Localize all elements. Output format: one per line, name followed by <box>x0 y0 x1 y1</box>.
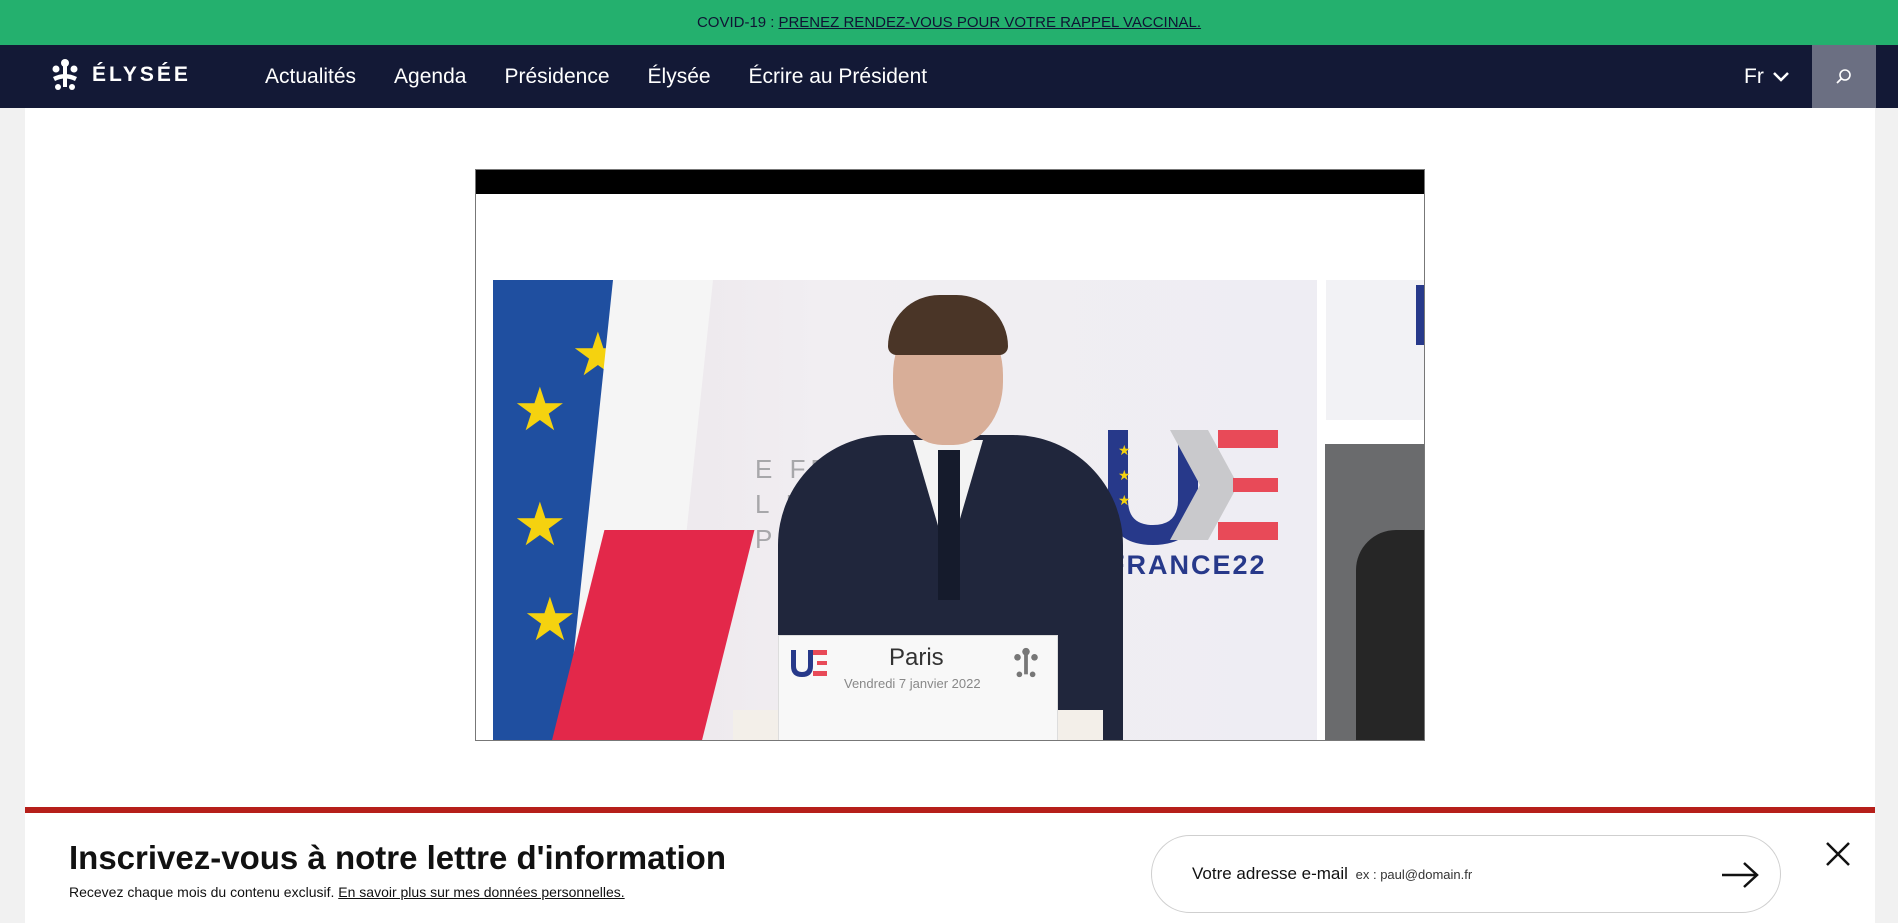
nav-item-elysee[interactable]: Élysée <box>648 65 711 89</box>
privacy-link[interactable]: En savoir plus sur mes données personnel… <box>338 884 624 900</box>
nav-item-ecrire-au-president[interactable]: Écrire au Président <box>749 65 928 89</box>
newsletter-subtitle: Recevez chaque mois du contenu exclusif.… <box>69 884 625 900</box>
chevron-down-icon <box>1772 71 1789 82</box>
ue-small-logo-icon <box>791 650 827 677</box>
elysee-emblem-icon <box>1014 647 1038 678</box>
svg-text:★: ★ <box>1118 493 1131 509</box>
star-icon: ★ <box>513 490 567 560</box>
podium-sign: Paris Vendredi 7 janvier 2022 <box>778 635 1058 740</box>
elysee-logo[interactable]: ÉLYSÉE <box>48 57 191 93</box>
vaccine-appointment-link[interactable]: PRENEZ RENDEZ-VOUS POUR VOTRE RAPPEL VAC… <box>778 14 1201 31</box>
video-topbar <box>476 170 1424 194</box>
star-icon: ★ <box>523 585 577 655</box>
podium-city: Paris <box>889 644 944 671</box>
language-selector[interactable]: Fr <box>1744 45 1790 108</box>
speaker-hair <box>888 295 1008 355</box>
arrow-right-icon[interactable] <box>1720 860 1760 890</box>
email-placeholder: ex : paul@domain.fr <box>1355 867 1473 882</box>
search-button[interactable] <box>1812 45 1876 108</box>
search-icon <box>1836 68 1851 84</box>
newsletter-bar: Inscrivez-vous à notre lettre d'informat… <box>25 807 1875 923</box>
svg-text:★: ★ <box>1118 443 1131 459</box>
language-label: Fr <box>1744 64 1764 88</box>
interpreter-figure <box>1356 530 1424 740</box>
star-icon: ★ <box>513 375 567 445</box>
video-player[interactable]: ★ ★ ★ ★ E FRANC L DE PÉE ★ ★ ★ FRANCE22 <box>475 169 1425 741</box>
logo-text: ÉLYSÉE <box>92 63 191 86</box>
nav-item-agenda[interactable]: Agenda <box>394 65 466 89</box>
covid-banner: COVID-19 : PRENEZ RENDEZ-VOUS POUR VOTRE… <box>0 0 1898 45</box>
svg-text:★: ★ <box>1118 468 1131 484</box>
nav-menu: Actualités Agenda Présidence Élysée Écri… <box>265 45 965 108</box>
close-icon[interactable] <box>1825 841 1851 867</box>
interpreter-logo-fragment <box>1416 285 1424 345</box>
video-frame: ★ ★ ★ ★ E FRANC L DE PÉE ★ ★ ★ FRANCE22 <box>493 280 1317 740</box>
main-nav: ÉLYSÉE Actualités Agenda Présidence Élys… <box>0 45 1898 108</box>
france22-text: FRANCE22 <box>1108 550 1267 580</box>
banner-prefix: COVID-19 : <box>696 14 775 31</box>
newsletter-title: Inscrivez-vous à notre lettre d'informat… <box>69 839 726 876</box>
interpreter-backdrop <box>1326 280 1424 420</box>
nav-item-presidence[interactable]: Présidence <box>504 65 609 89</box>
nav-item-actualites[interactable]: Actualités <box>265 65 356 89</box>
podium-date: Vendredi 7 janvier 2022 <box>844 676 981 691</box>
email-label: Votre adresse e-mail ex : paul@domain.fr <box>1192 864 1473 883</box>
email-field[interactable]: Votre adresse e-mail ex : paul@domain.fr <box>1151 835 1781 913</box>
elysee-logo-icon <box>52 59 78 90</box>
speaker-tie <box>938 450 960 600</box>
